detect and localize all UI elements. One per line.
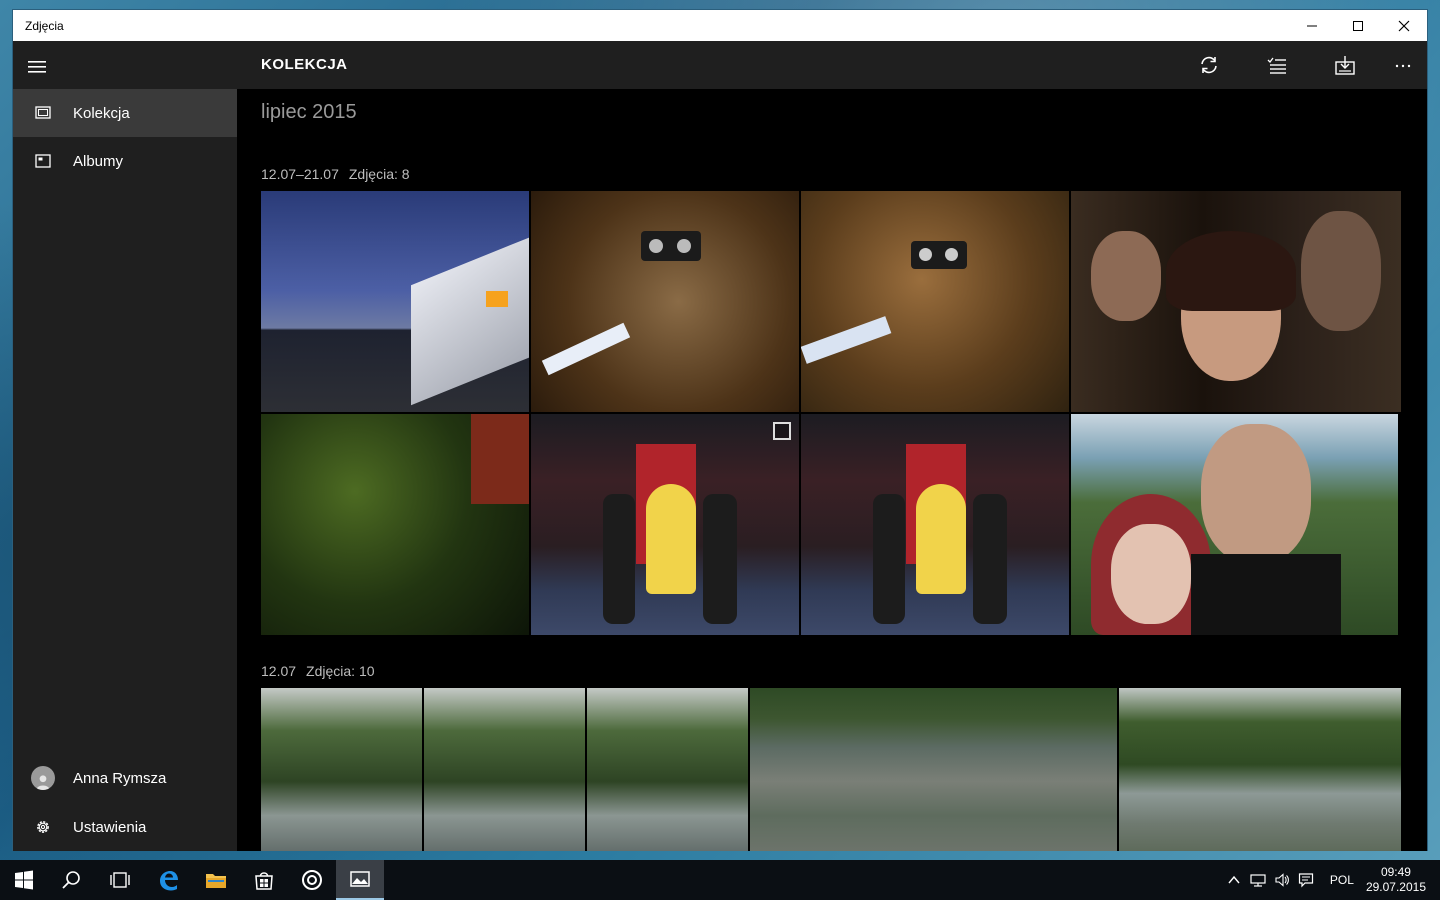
media-player-button[interactable] <box>288 860 336 900</box>
photo-thumbnail[interactable] <box>1119 688 1401 851</box>
sidebar-item-albumy[interactable]: Albumy <box>13 137 237 185</box>
windows-start-icon <box>15 870 33 890</box>
gear-icon <box>37 821 49 833</box>
edge-taskbar-button[interactable] <box>144 860 192 900</box>
task-view-icon <box>110 872 130 888</box>
store-button[interactable] <box>240 860 288 900</box>
network-button[interactable] <box>1246 860 1270 900</box>
photo-thumbnail[interactable] <box>801 414 1069 635</box>
photo-thumbnail[interactable] <box>587 688 748 851</box>
edge-icon <box>160 871 178 891</box>
media-player-icon <box>302 870 322 890</box>
photo-thumbnail[interactable] <box>424 688 585 851</box>
photos-taskbar-button[interactable] <box>336 860 384 900</box>
close-icon <box>1398 20 1410 31</box>
selection-checkbox[interactable] <box>773 422 791 440</box>
sidebar-item-label: Kolekcja <box>73 104 130 122</box>
photo-thumbnail[interactable] <box>261 191 529 412</box>
settings-button[interactable]: Ustawienia <box>13 803 237 851</box>
input-language-button[interactable]: POL <box>1330 873 1354 887</box>
page-title: KOLEKCJA <box>261 56 348 73</box>
collection-icon <box>35 106 51 119</box>
sidebar-item-kolekcja[interactable]: Kolekcja <box>13 89 237 137</box>
group-header-2: 12.07 Zdjęcia: 10 <box>261 663 375 679</box>
navigation-pane: Kolekcja Albumy Anna Rymsza Ustawienia <box>13 41 237 851</box>
group-date: 12.07 <box>261 663 297 679</box>
clock-button[interactable]: 09:49 29.07.2015 <box>1366 865 1426 895</box>
more-options-button[interactable] <box>1375 41 1431 89</box>
photo-thumbnail[interactable] <box>750 688 1117 851</box>
maximize-icon <box>1353 20 1363 31</box>
system-tray: POL 09:49 29.07.2015 <box>1222 860 1440 900</box>
photo-thumbnail[interactable] <box>801 191 1069 412</box>
folder-icon <box>206 874 226 888</box>
albums-icon <box>35 154 51 168</box>
user-avatar-icon <box>31 766 55 790</box>
select-list-icon <box>1267 57 1286 74</box>
photo-thumbnail[interactable] <box>261 688 422 851</box>
group-date: 12.07–21.07 <box>261 166 339 182</box>
user-name: Anna Rymsza <box>73 769 167 787</box>
import-button[interactable] <box>1317 41 1373 89</box>
hamburger-icon <box>28 61 46 73</box>
window-title: Zdjęcia <box>25 18 64 33</box>
refresh-button[interactable] <box>1181 41 1237 89</box>
store-icon <box>255 872 273 890</box>
group-count: Zdjęcia: 10 <box>306 663 375 679</box>
speaker-icon <box>1275 873 1289 887</box>
network-icon <box>1250 874 1266 887</box>
chevron-up-icon <box>1228 875 1240 884</box>
clock-time: 09:49 <box>1380 865 1411 879</box>
settings-label: Ustawienia <box>73 818 147 836</box>
user-account-button[interactable]: Anna Rymsza <box>13 754 237 802</box>
group-header-1: 12.07–21.07 Zdjęcia: 8 <box>261 166 410 182</box>
hamburger-menu-button[interactable] <box>25 55 49 79</box>
collection-view: lipiec 2015 12.07–21.07 Zdjęcia: 8 12.07… <box>237 89 1427 851</box>
notification-icon <box>1298 873 1314 888</box>
group-count: Zdjęcia: 8 <box>348 166 410 182</box>
command-bar: KOLEKCJA <box>237 41 1427 89</box>
select-button[interactable] <box>1249 41 1305 89</box>
search-icon <box>62 871 80 889</box>
task-view-button[interactable] <box>96 860 144 900</box>
photo-thumbnail[interactable] <box>531 191 799 412</box>
import-icon <box>1335 56 1355 75</box>
title-bar: Zdjęcia <box>13 10 1427 41</box>
photo-thumbnail[interactable] <box>1071 191 1401 412</box>
file-explorer-button[interactable] <box>192 860 240 900</box>
clock-date: 29.07.2015 <box>1365 880 1426 894</box>
sidebar-item-label: Albumy <box>73 152 124 170</box>
action-center-button[interactable] <box>1294 860 1318 900</box>
search-button[interactable] <box>48 860 96 900</box>
start-button[interactable] <box>0 860 48 900</box>
photo-thumbnail[interactable] <box>1071 414 1398 635</box>
photo-thumbnail[interactable] <box>531 414 799 635</box>
minimize-button[interactable] <box>1289 10 1335 41</box>
photos-app-window: Zdjęcia Kolekcja Albumy Anna Rymsza Usta… <box>12 9 1428 851</box>
close-button[interactable] <box>1381 10 1427 41</box>
refresh-icon <box>1201 56 1217 74</box>
minimize-icon <box>1307 25 1317 26</box>
photos-icon <box>350 871 370 887</box>
show-hidden-icons-button[interactable] <box>1222 860 1246 900</box>
taskbar: POL 09:49 29.07.2015 <box>0 860 1440 900</box>
more-icon <box>1395 64 1411 68</box>
volume-button[interactable] <box>1270 860 1294 900</box>
photo-thumbnail[interactable] <box>261 414 529 635</box>
month-heading: lipiec 2015 <box>261 101 357 123</box>
maximize-button[interactable] <box>1335 10 1381 41</box>
